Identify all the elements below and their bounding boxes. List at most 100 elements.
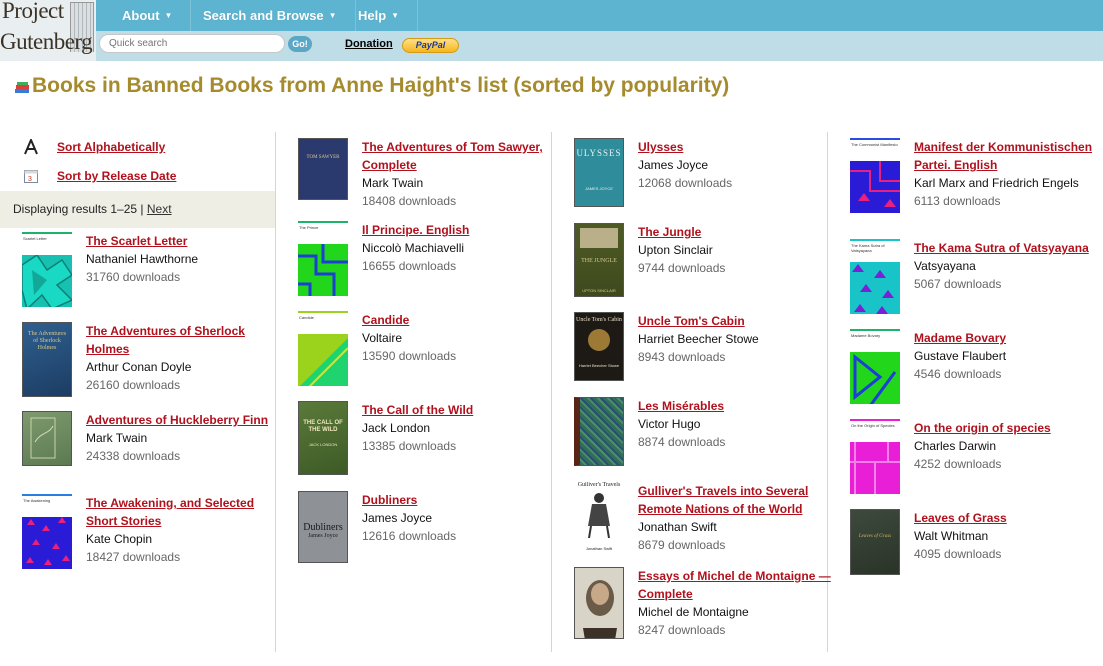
book-title-link[interactable]: Manifest der Kommunistischen Partei. Eng… (914, 138, 1103, 174)
logo-line-1: Project (2, 0, 64, 23)
book-title-link[interactable]: Les Misérables (638, 397, 838, 415)
book-cover[interactable] (574, 397, 624, 466)
menu-search-browse[interactable]: Search and Browse ▼ (191, 0, 356, 31)
book-author: Jonathan Swift (638, 520, 717, 534)
books-icon (15, 82, 29, 93)
column-divider (551, 132, 552, 652)
quick-search-input[interactable] (99, 34, 285, 53)
calendar-icon: 3 (22, 168, 40, 184)
book-title-link[interactable]: The Jungle (638, 223, 838, 241)
book-cover[interactable]: Scarlet Letter (22, 232, 72, 307)
book-author: Upton Sinclair (638, 243, 713, 257)
book-cover[interactable]: The Adventures of Sherlock Holmes (22, 322, 72, 397)
book-cover-text: The Adventures of Sherlock Holmes (27, 331, 67, 351)
book-cover[interactable]: TOM SAWYER (298, 138, 348, 200)
book-author: Michel de Montaigne (638, 605, 749, 619)
menu-about[interactable]: About ▼ (110, 0, 192, 31)
book-title-link[interactable]: Uncle Tom's Cabin (638, 312, 838, 330)
go-button[interactable]: Go! (288, 36, 312, 52)
svg-text:3: 3 (28, 176, 32, 183)
book-cover[interactable]: The Awakening (22, 494, 72, 569)
results-count: Displaying results 1–25 | (13, 202, 144, 216)
book-cover-author: Jonathan Swift (585, 546, 613, 551)
book-cover[interactable]: THE JUNGLE UPTON SINCLAIR (574, 223, 624, 297)
book-cover[interactable]: On the Origin of Species (850, 419, 900, 494)
book-title-link[interactable]: The Scarlet Letter (86, 232, 286, 250)
book-cover[interactable]: Leaves of Grass (850, 509, 900, 575)
sort-alphabetically-row: Sort Alphabetically (22, 139, 165, 155)
book-cover-author: Harriet Beecher Stowe (578, 363, 620, 368)
sort-release-date-link[interactable]: Sort by Release Date (57, 169, 176, 183)
book-cover-author: JAMES JOYCE (585, 186, 613, 191)
book-title-link[interactable]: The Awakening, and Selected Short Storie… (86, 494, 286, 530)
book-title-link[interactable]: The Adventures of Sherlock Holmes (86, 322, 286, 358)
book-author: Mark Twain (86, 431, 148, 445)
book-author: Niccolò Machiavelli (362, 241, 465, 255)
book-downloads: 12068 downloads (638, 176, 733, 190)
book-cover[interactable]: The Kama Sutra of Vatsyayana (850, 239, 900, 314)
book-author: Kate Chopin (86, 532, 153, 546)
next-page-link[interactable]: Next (147, 202, 172, 216)
book-cover-text: Uncle Tom's Cabin (576, 317, 622, 323)
donation-link[interactable]: Donation (345, 38, 393, 50)
book-downloads: 4095 downloads (914, 547, 1002, 561)
book-cover-text: TOM SAWYER (306, 155, 340, 160)
book-cover[interactable]: Candide (298, 311, 348, 386)
book-cover[interactable]: The Communist Manifesto (850, 138, 900, 213)
sort-alphabetically-link[interactable]: Sort Alphabetically (57, 140, 165, 154)
book-title-link[interactable]: Gulliver's Travels into Several Remote N… (638, 482, 838, 518)
book-downloads: 4546 downloads (914, 367, 1002, 381)
book-author: Nathaniel Hawthorne (86, 252, 199, 266)
book-downloads: 4252 downloads (914, 457, 1002, 471)
chevron-down-icon: ▼ (328, 11, 337, 20)
paypal-button[interactable]: PayPal (402, 38, 459, 53)
book-title-link[interactable]: The Adventures of Tom Sawyer, Complete (362, 138, 562, 174)
book-title-link[interactable]: On the origin of species (914, 419, 1103, 437)
book-cover[interactable]: Gulliver's Travels Jonathan Swift (574, 482, 624, 551)
book-downloads: 12616 downloads (362, 529, 457, 543)
book-cover-text: Leaves of Grass (858, 534, 892, 539)
book-title-link[interactable]: Il Principe. English (362, 221, 562, 239)
book-downloads: 31760 downloads (86, 270, 181, 284)
book-cover[interactable]: Dubliners James Joyce (298, 491, 348, 563)
book-cover[interactable]: ULYSSES JAMES JOYCE (574, 138, 624, 207)
book-title-link[interactable]: Candide (362, 311, 562, 329)
menu-about-label: About (122, 8, 160, 23)
book-downloads: 18408 downloads (362, 194, 457, 208)
chevron-down-icon: ▼ (391, 11, 400, 20)
book-downloads: 16655 downloads (362, 259, 457, 273)
chevron-down-icon: ▼ (164, 11, 173, 20)
menu-help[interactable]: Help ▼ (346, 0, 419, 31)
book-downloads: 13590 downloads (362, 349, 457, 363)
book-cover[interactable]: Madame Bovary (850, 329, 900, 404)
book-downloads: 8247 downloads (638, 623, 726, 637)
book-title-link[interactable]: Dubliners (362, 491, 562, 509)
book-author: Vatsyayana (914, 259, 976, 273)
book-cover-text: THE JUNGLE (581, 258, 617, 264)
book-author: James Joyce (362, 511, 433, 525)
book-title-link[interactable]: Adventures of Huckleberry Finn (86, 411, 286, 429)
book-title-link[interactable]: Leaves of Grass (914, 509, 1103, 527)
book-cover[interactable]: THE CALL OF THE WILD JACK LONDON (298, 401, 348, 475)
book-cover[interactable]: The Prince (298, 221, 348, 296)
book-cover[interactable] (574, 567, 624, 639)
book-cover-author: James Joyce (308, 533, 338, 539)
book-title-link[interactable]: Madame Bovary (914, 329, 1103, 347)
site-logo[interactable]: Project Gutenberg (0, 0, 96, 61)
book-author: Harriet Beecher Stowe (638, 332, 759, 346)
book-author: Mark Twain (362, 176, 424, 190)
book-cover[interactable]: Uncle Tom's Cabin Harriet Beecher Stowe (574, 312, 624, 381)
book-downloads: 8679 downloads (638, 538, 726, 552)
book-downloads: 9744 downloads (638, 261, 726, 275)
book-title-link[interactable]: Ulysses (638, 138, 838, 156)
book-title-link[interactable]: The Kama Sutra of Vatsyayana (914, 239, 1103, 257)
book-title-link[interactable]: Essays of Michel de Montaigne — Complete (638, 567, 838, 603)
book-cover-author: JACK LONDON (308, 442, 338, 447)
page-title: Books in Banned Books from Anne Haight's… (32, 74, 730, 97)
results-summary: Displaying results 1–25 | Next (0, 191, 275, 228)
book-cover[interactable] (22, 411, 72, 466)
book-author: James Joyce (638, 158, 709, 172)
book-author: Gustave Flaubert (914, 349, 1007, 363)
menu-search-browse-label: Search and Browse (203, 8, 324, 23)
book-title-link[interactable]: The Call of the Wild (362, 401, 562, 419)
